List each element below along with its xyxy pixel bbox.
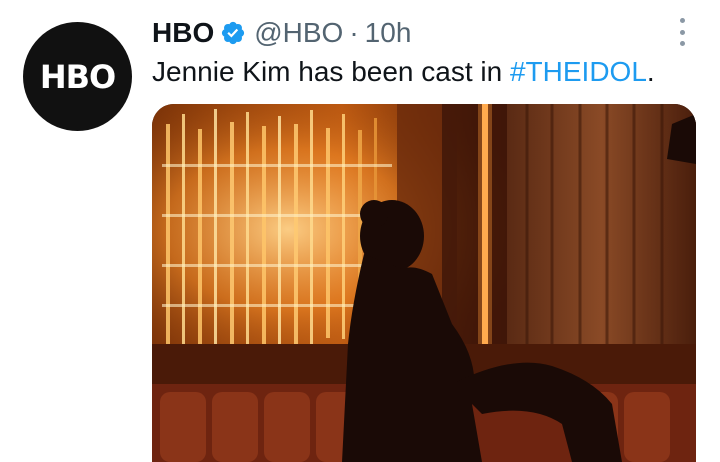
tweet-text-body: Jennie Kim has been cast in — [152, 56, 510, 87]
tweet-text: Jennie Kim has been cast in #THEIDOL. — [152, 56, 655, 88]
author-handle[interactable]: @HBO — [254, 17, 343, 49]
verified-badge-icon — [222, 21, 245, 45]
tweet-text-end: . — [646, 56, 655, 87]
more-dot — [679, 41, 685, 46]
author-name[interactable]: HBO — [152, 17, 214, 49]
tweet-header: HBO @HBO · 10h — [152, 13, 680, 53]
timestamp[interactable]: 10h — [365, 17, 412, 49]
separator-dot: · — [349, 17, 359, 48]
more-dot — [679, 18, 685, 23]
hashtag-link[interactable]: #THEIDOL — [510, 56, 647, 87]
hbo-logo: HBO — [39, 57, 116, 96]
photo-illustration — [152, 104, 696, 462]
avatar[interactable]: HBO — [23, 22, 132, 131]
more-dot — [679, 29, 685, 35]
tweet-media-photo[interactable] — [152, 104, 696, 462]
more-options-icon[interactable] — [678, 18, 686, 46]
